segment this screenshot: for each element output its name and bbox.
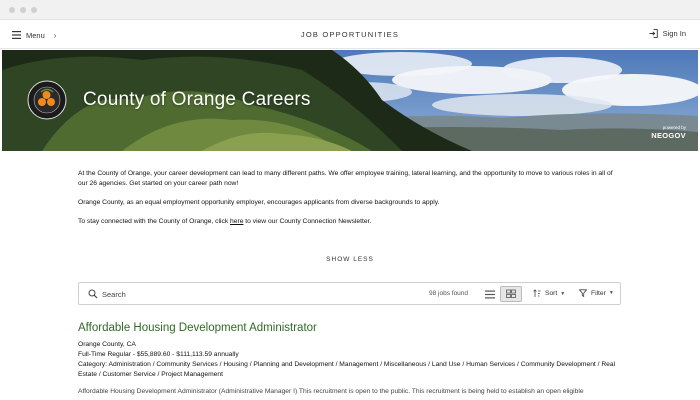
intro-paragraph: At the County of Orange, your career dev… [78, 170, 613, 187]
browser-chrome-bar [0, 0, 700, 20]
caret-down-icon: ▼ [560, 290, 566, 297]
filter-label: Filter [591, 289, 606, 297]
sign-in-button[interactable]: Sign In [649, 29, 686, 38]
jobs-found-count: 98 jobs found [429, 290, 469, 297]
hero-banner: County of Orange Careers powered by NEOG… [2, 50, 698, 151]
intro-paragraph: Orange County, as an equal employment op… [78, 199, 440, 206]
newsletter-link[interactable]: here [230, 218, 243, 225]
sort-icon [533, 289, 541, 297]
window-dot-icon [20, 7, 26, 13]
caret-down-icon: ▼ [608, 290, 614, 296]
job-title-link[interactable]: Affordable Housing Development Administr… [78, 322, 628, 334]
job-pay: Full-Time Regular - $55,889.60 - $111,11… [78, 351, 239, 358]
card-view-button[interactable] [500, 286, 522, 302]
county-seal-logo [27, 80, 67, 120]
search-icon [88, 289, 98, 299]
search-bar: 98 jobs found Sort ▼ Filter ▼ [78, 282, 621, 305]
intro-text-span: to view our County Connection Newsletter… [243, 218, 372, 225]
powered-by-logo: powered by NEOGOV [651, 125, 686, 140]
job-listing: Affordable Housing Development Administr… [78, 322, 628, 397]
card-view-icon [506, 289, 516, 298]
filter-icon [579, 289, 587, 297]
sign-in-label: Sign In [662, 29, 686, 38]
sort-label: Sort [545, 290, 558, 297]
sort-button[interactable]: Sort ▼ [533, 289, 565, 298]
top-navigation: Menu › JOB OPPORTUNITIES Sign In [0, 20, 700, 49]
search-input[interactable] [102, 288, 402, 300]
list-view-icon[interactable] [484, 289, 496, 300]
intro-text-span: To stay connected with the County of Ora… [78, 218, 231, 225]
sign-in-icon [649, 29, 658, 38]
show-less-button[interactable]: SHOW LESS [0, 256, 700, 263]
neogov-brand: NEOGOV [651, 130, 686, 140]
powered-by-label: powered by [662, 125, 686, 130]
window-dot-icon [31, 7, 37, 13]
job-location: Orange County, CA [78, 341, 136, 348]
job-category: Category: Administration / Community Ser… [78, 361, 616, 378]
intro-text: At the County of Orange, your career dev… [78, 169, 624, 236]
job-description: Affordable Housing Development Administr… [78, 388, 584, 395]
intro-paragraph: To stay connected with the County of Ora… [78, 217, 624, 227]
hero-title: County of Orange Careers [83, 89, 311, 110]
filter-button[interactable]: Filter ▼ [579, 289, 614, 297]
window-dot-icon [9, 7, 15, 13]
page-title: JOB OPPORTUNITIES [300, 30, 400, 39]
